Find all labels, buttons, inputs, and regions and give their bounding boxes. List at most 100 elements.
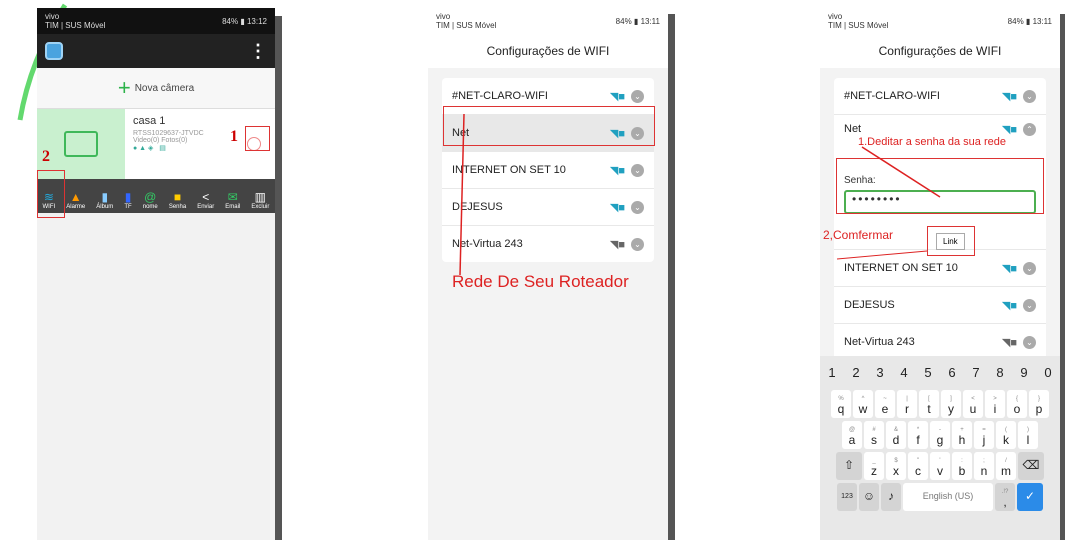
letter-key[interactable]: < u bbox=[963, 390, 983, 418]
key-label: j bbox=[982, 433, 986, 447]
wifi-network-list: #NET-CLARO-WIFI ◥■ ⌄ Net ◥■ ⌃ Senha: •••••••… bbox=[834, 78, 1046, 361]
number-key[interactable]: 1 bbox=[821, 359, 843, 387]
chevron-down-icon[interactable]: ⌄ bbox=[631, 89, 644, 103]
number-key[interactable]: 6 bbox=[941, 359, 963, 387]
letter-key[interactable]: # s bbox=[864, 421, 884, 449]
album-tool-button[interactable]: ▮ Álbum bbox=[96, 190, 113, 210]
number-key[interactable]: 5 bbox=[917, 359, 939, 387]
shift-key[interactable]: ⇧ bbox=[836, 452, 862, 480]
chevron-down-icon[interactable]: ⌄ bbox=[1023, 261, 1036, 275]
camera-name: casa 1 bbox=[133, 115, 166, 127]
page-title: Configurações de WIFI bbox=[820, 34, 1060, 68]
chevron-down-icon[interactable]: ⌄ bbox=[1023, 89, 1036, 103]
letter-key[interactable]: > i bbox=[985, 390, 1005, 418]
key-label: i bbox=[993, 402, 997, 416]
letter-key[interactable]: @ a bbox=[842, 421, 862, 449]
emoji-key[interactable]: ☺ bbox=[859, 483, 879, 511]
letter-key[interactable]: :b bbox=[952, 452, 972, 480]
delete-tool-button[interactable]: ▥ Excluir bbox=[251, 190, 269, 210]
letter-key[interactable]: * f bbox=[908, 421, 928, 449]
letter-key[interactable]: & d bbox=[886, 421, 906, 449]
number-key[interactable]: 9 bbox=[1013, 359, 1035, 387]
phone-app-screen: vivo TIM | SUS Móvel 84% ▮ 13:12 ⋮ + Nov… bbox=[37, 8, 275, 540]
chevron-down-icon[interactable]: ⌄ bbox=[1023, 298, 1036, 312]
number-key[interactable]: 0 bbox=[1037, 359, 1059, 387]
key-label: v bbox=[937, 464, 943, 478]
shift-icon: ⇧ bbox=[843, 458, 855, 472]
key-label: n bbox=[980, 464, 988, 478]
camera-list-item[interactable]: casa 1 RTSS1029637-JTVDC Video(0) Fotos(… bbox=[37, 109, 275, 179]
letter-key[interactable]: (k bbox=[996, 421, 1016, 449]
letter-key[interactable]: $ x bbox=[886, 452, 906, 480]
number-key[interactable]: 2 bbox=[845, 359, 867, 387]
letter-key[interactable]: | r bbox=[897, 390, 917, 418]
letter-key[interactable]: } p bbox=[1029, 390, 1049, 418]
letter-key[interactable]: ~ e bbox=[875, 390, 895, 418]
tool-label: Email bbox=[225, 204, 241, 210]
overflow-menu-icon[interactable]: ⋮ bbox=[249, 41, 267, 62]
tf-tool-button[interactable]: ▮ TF bbox=[124, 190, 131, 210]
wifi-lock-icon: ◥■ bbox=[609, 164, 625, 177]
letter-key[interactable]: ] y bbox=[941, 390, 961, 418]
chevron-up-icon[interactable]: ⌃ bbox=[1023, 123, 1036, 136]
number-key[interactable]: 4 bbox=[893, 359, 915, 387]
number-key[interactable]: 8 bbox=[989, 359, 1011, 387]
key-label: k bbox=[1003, 433, 1009, 447]
letter-key[interactable]: ) l bbox=[1018, 421, 1038, 449]
wifi-lock-icon: ◥■ bbox=[1001, 262, 1017, 275]
chevron-down-icon[interactable]: ⌄ bbox=[631, 200, 644, 214]
key-label: s bbox=[871, 433, 877, 447]
letter-key[interactable]: / m bbox=[996, 452, 1016, 480]
key-label: 5 bbox=[924, 364, 932, 380]
page-title: Configurações de WIFI bbox=[428, 34, 668, 68]
wifi-network-item[interactable]: #NET-CLARO-WIFI ◥■ ⌄ bbox=[834, 78, 1046, 115]
punctuation-key[interactable]: .!?, bbox=[995, 483, 1015, 511]
wifi-network-item[interactable]: DEJESUS ◥■ ⌄ bbox=[834, 287, 1046, 324]
backspace-key[interactable]: ⌫ bbox=[1018, 452, 1044, 480]
name-tool-button[interactable]: @ nome bbox=[143, 190, 158, 210]
chevron-down-icon[interactable]: ⌄ bbox=[1023, 335, 1036, 349]
tool-label: Alarme bbox=[66, 204, 86, 210]
letter-key[interactable]: [t bbox=[919, 390, 939, 418]
number-key[interactable]: 7 bbox=[965, 359, 987, 387]
wifi-lock-icon: ◥■ bbox=[1001, 90, 1017, 103]
battery-level: 84% bbox=[222, 16, 239, 26]
battery-icon: ▮ bbox=[633, 16, 639, 26]
letter-key[interactable]: -g bbox=[930, 421, 950, 449]
key-label: q bbox=[837, 402, 845, 416]
space-key[interactable]: English (US) bbox=[903, 483, 993, 511]
number-key[interactable]: 3 bbox=[869, 359, 891, 387]
chevron-down-icon[interactable]: ⌄ bbox=[631, 237, 644, 251]
voice-key[interactable]: ♪ bbox=[881, 483, 901, 511]
chevron-down-icon[interactable]: ⌄ bbox=[631, 163, 644, 177]
email-tool-button[interactable]: ✉ Email bbox=[225, 190, 240, 210]
letter-key[interactable]: {o bbox=[1007, 390, 1027, 418]
bell-icon: ▲ bbox=[69, 190, 82, 204]
annotation-confirm: 2,Comfermar bbox=[823, 228, 894, 242]
wifi-password-screen: vivo TIM | SUS Móvel 84% ▮ 13:11 Configu… bbox=[820, 8, 1060, 540]
network-name: Net bbox=[844, 123, 862, 135]
password-tool-button[interactable]: ■ Senha bbox=[169, 190, 186, 210]
app-bar: ⋮ bbox=[37, 34, 275, 68]
symbols-key[interactable]: 123 bbox=[837, 483, 857, 511]
share-tool-button[interactable]: < Enviar bbox=[197, 190, 214, 210]
letter-key[interactable]: _ z bbox=[864, 452, 884, 480]
letter-key[interactable]: = j bbox=[974, 421, 994, 449]
alarm-tool-button[interactable]: ▲ Alarme bbox=[66, 190, 85, 210]
letter-key[interactable]: + h bbox=[952, 421, 972, 449]
letter-key[interactable]: % q bbox=[831, 390, 851, 418]
status-bar: vivo TIM | SUS Móvel 84% ▮ 13:11 bbox=[820, 8, 1060, 34]
add-camera-button[interactable]: + Nova câmera bbox=[37, 68, 275, 109]
wifi-lock-icon: ◥■ bbox=[609, 201, 625, 214]
letter-key[interactable]: " c bbox=[908, 452, 928, 480]
wifi-lock-icon: ◥■ bbox=[1001, 299, 1017, 312]
letter-key[interactable]: ' v bbox=[930, 452, 950, 480]
image-icon bbox=[64, 131, 98, 157]
letter-key[interactable]: ^ w bbox=[853, 390, 873, 418]
done-key[interactable]: ✓ bbox=[1017, 483, 1043, 511]
battery-icon: ▮ bbox=[240, 16, 245, 26]
key-label: , bbox=[1003, 495, 1007, 509]
backspace-icon: ⌫ bbox=[1022, 458, 1040, 472]
letter-key[interactable]: ; n bbox=[974, 452, 994, 480]
network-name: DEJESUS bbox=[844, 299, 895, 311]
